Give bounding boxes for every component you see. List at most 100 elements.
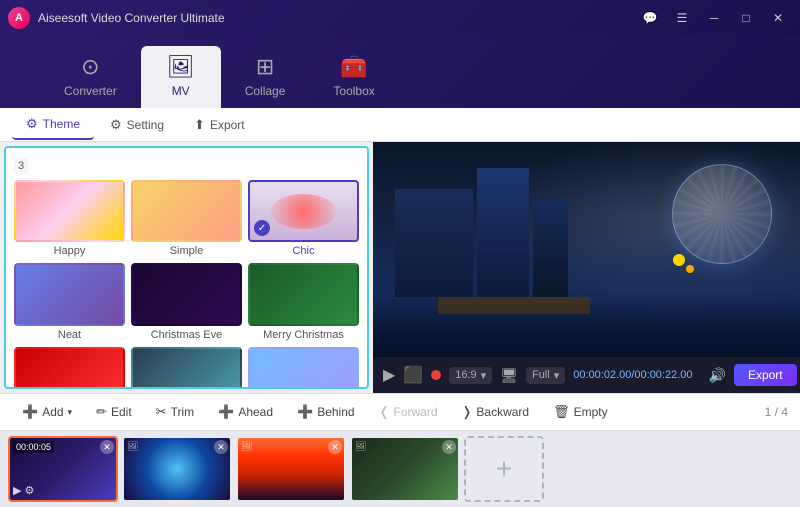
export-button[interactable]: Export [734,364,797,386]
theme-snowy-night[interactable]: Snowy Night [131,347,242,389]
theme-simple[interactable]: Simple [131,180,242,257]
title-bar: A Aiseesoft Video Converter Ultimate 💬 ☰… [0,0,800,36]
theme-christmas-eve[interactable]: Christmas Eve [131,263,242,340]
theme-chic[interactable]: ✓ Chic [248,180,359,257]
add-button[interactable]: ➕ Add ▾ [12,399,82,425]
video-preview [373,142,800,357]
mv-icon: 🖼 [167,54,195,80]
globe-sphere [672,164,772,264]
theme-xmas-eve-thumb [131,263,242,325]
behind-icon: ➕ [297,404,313,420]
message-btn[interactable]: 💬 [636,7,664,29]
clip-1[interactable]: 00:00:05 ✕ ▶ ⚙ [8,436,118,502]
clip-4[interactable]: ✕ 🖼 [350,436,460,502]
theme-chic-label: Chic [292,245,314,257]
clip-2-overlay: ✕ [124,438,230,500]
theme-snowy-thumb [131,347,242,389]
clip-1-settings[interactable]: ⚙ [24,484,34,497]
timeline: 00:00:05 ✕ ▶ ⚙ ✕ 🖼 ✕ 🖼 [0,431,800,507]
app-logo: A [8,7,30,29]
yellow-dot-2 [686,265,694,273]
view-mode-selector[interactable]: Full ▾ [526,367,565,384]
subnav-export[interactable]: ⬆ Export [180,111,259,139]
trim-button[interactable]: ✂ Trim [146,399,204,425]
theme-neat-thumb [14,263,125,325]
clip-3-close[interactable]: ✕ [328,440,342,454]
export-icon: ⬆ [194,117,205,133]
chevron-down-icon-2: ▾ [554,369,560,382]
toolbox-icon: 🧰 [340,54,367,80]
theme-xmas-eve-label: Christmas Eve [151,329,223,341]
video-controls-bar: ▶ ⬛ 16:9 ▾ 🖥 Full ▾ 00:00:02.00/00:00:22… [373,357,800,393]
clip-1-controls: ▶ ⚙ [13,484,113,497]
ahead-button[interactable]: ➕ Ahead [208,399,283,425]
clip-1-play[interactable]: ▶ [13,484,21,497]
clip-2[interactable]: ✕ 🖼 [122,436,232,502]
panel-count: 3 [14,158,28,174]
theme-stripes-waves[interactable]: Stripes & Waves [248,347,359,389]
theme-santa-claus[interactable]: Santa Claus [14,347,125,389]
setting-icon: ⚙ [110,117,122,133]
theme-happy[interactable]: Happy [14,180,125,257]
clip-1-close[interactable]: ✕ [100,440,114,454]
edit-button[interactable]: ✏ Edit [86,399,142,425]
bottom-toolbar: ➕ Add ▾ ✏ Edit ✂ Trim ➕ Ahead ➕ Behind ❬… [0,393,800,431]
aspect-ratio-selector[interactable]: 16:9 ▾ [449,367,492,384]
subnav-setting[interactable]: ⚙ Setting [96,111,178,139]
subnav-theme[interactable]: ⚙ Theme [12,110,94,140]
collage-icon: ⊞ [256,54,274,80]
clip-2-close[interactable]: ✕ [214,440,228,454]
theme-happy-label: Happy [54,245,86,257]
theme-grid: Happy Simple ✓ Chic Neat Christmas Eve [14,180,359,389]
tab-toolbox[interactable]: 🧰 Toolbox [309,46,398,108]
clip-3[interactable]: ✕ 🖼 [236,436,346,502]
behind-button[interactable]: ➕ Behind [287,399,365,425]
monitor-icon: 🖥 [500,367,518,384]
volume-icon: 🔊 [709,367,726,384]
building-1 [395,189,473,297]
tab-mv[interactable]: 🖼 MV [141,46,221,108]
tab-converter[interactable]: ⊙ Converter [40,46,141,108]
backward-icon: ❭ [462,404,473,420]
chevron-down-icon: ▾ [481,369,487,382]
trim-icon: ✂ [156,404,167,420]
tab-collage[interactable]: ⊞ Collage [221,46,310,108]
empty-button[interactable]: 🗑 Empty [543,399,618,425]
forward-icon: ❬ [379,404,390,420]
selected-check: ✓ [254,220,270,236]
theme-stripes-thumb [248,347,359,389]
sub-nav: ⚙ Theme ⚙ Setting ⬆ Export [0,108,800,142]
maximize-btn[interactable]: □ [732,7,760,29]
theme-simple-thumb [131,180,242,242]
record-dot [431,370,441,380]
minimize-btn[interactable]: ─ [700,7,728,29]
play-button[interactable]: ▶ [383,365,395,385]
clip-1-time: 00:00:05 [13,441,54,453]
forward-button[interactable]: ❬ Forward [369,399,448,425]
clip-4-close[interactable]: ✕ [442,440,456,454]
add-dropdown-arrow: ▾ [68,407,73,418]
edit-icon: ✏ [96,404,107,420]
building-2 [477,168,529,297]
menu-btn[interactable]: ☰ [668,7,696,29]
building-3 [533,200,568,297]
theme-chic-thumb: ✓ [248,180,359,242]
add-icon: ➕ [22,404,38,420]
converter-icon: ⊙ [81,54,99,80]
yellow-dot-1 [673,254,685,266]
nav-tabs: ⊙ Converter 🖼 MV ⊞ Collage 🧰 Toolbox [0,36,800,108]
theme-simple-label: Simple [170,245,204,257]
stop-button[interactable]: ⬛ [403,365,423,385]
clip-2-type-icon: 🖼 [127,441,138,452]
theme-merry-xmas-label: Merry Christmas [263,329,344,341]
backward-button[interactable]: ❭ Backward [452,399,540,425]
close-btn[interactable]: ✕ [764,7,792,29]
clip-4-type-icon: 🖼 [355,441,366,452]
theme-merry-xmas-thumb [248,263,359,325]
theme-merry-christmas[interactable]: Merry Christmas [248,263,359,340]
trash-icon: 🗑 [553,404,570,420]
theme-neat-label: Neat [58,329,81,341]
theme-neat[interactable]: Neat [14,263,125,340]
add-clip-button[interactable]: + [464,436,544,502]
video-background [373,142,800,357]
